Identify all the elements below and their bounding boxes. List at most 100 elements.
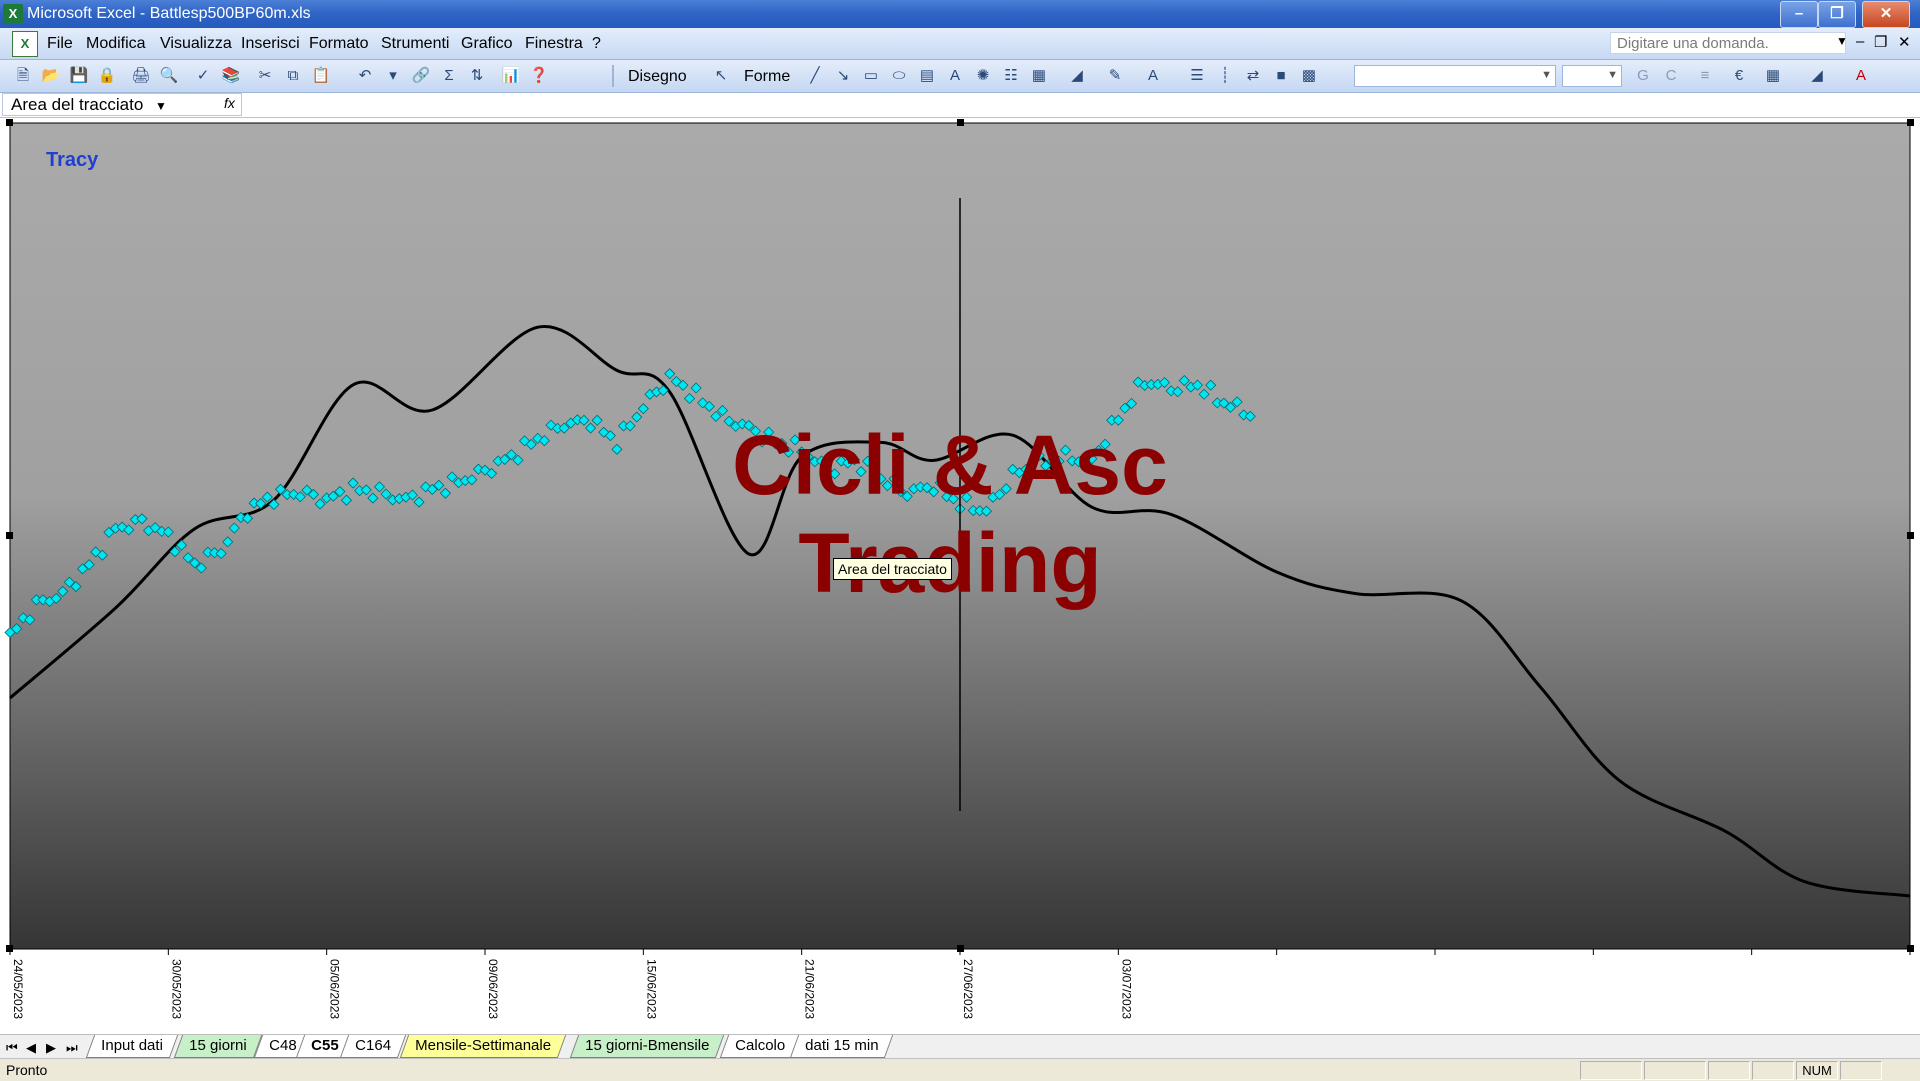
resize-handle[interactable]: [957, 945, 964, 952]
close-button[interactable]: ✕: [1862, 1, 1910, 28]
chevron-down-icon[interactable]: ▼: [1541, 69, 1552, 81]
menu-inserisci[interactable]: Inserisci: [241, 35, 300, 53]
resize-handle[interactable]: [1907, 945, 1914, 952]
print-preview-icon[interactable]: 🔍: [158, 65, 180, 87]
sheet-tab-c164[interactable]: C164: [339, 1035, 407, 1058]
chevron-down-icon[interactable]: ▼: [155, 96, 167, 117]
textbox-icon[interactable]: ▤: [916, 65, 938, 87]
redo-dropdown-icon[interactable]: ▾: [382, 65, 404, 87]
chevron-down-icon[interactable]: ▼: [1607, 69, 1618, 81]
resize-handle[interactable]: [6, 119, 13, 126]
undo-icon[interactable]: ↶: [354, 65, 376, 87]
excel-app-icon[interactable]: X: [3, 4, 23, 24]
chart-svg[interactable]: 24/05/2023 30/05/2023 05/06/2023 09/06/2023…: [0, 118, 1920, 1034]
workbook-icon[interactable]: X: [12, 31, 38, 57]
menu-finestra[interactable]: Finestra: [525, 35, 583, 53]
hyperlink-icon[interactable]: 🔗: [410, 65, 432, 87]
3d-style-icon[interactable]: ▩: [1298, 65, 1320, 87]
menu-strumenti[interactable]: Strumenti: [381, 35, 449, 53]
resize-handle[interactable]: [1907, 119, 1914, 126]
sheet-tab-mensile-settimanale[interactable]: Mensile-Settimanale: [399, 1035, 567, 1058]
arrow-icon[interactable]: ↘: [832, 65, 854, 87]
sheet-tab-label: C55: [311, 1037, 339, 1054]
spelling-icon[interactable]: ✓: [192, 65, 214, 87]
shapes-menu[interactable]: Forme: [744, 68, 790, 86]
align-icon[interactable]: ≡: [1694, 65, 1716, 87]
x-tick-label: 03/07/2023: [1119, 959, 1133, 1019]
chart-area[interactable]: 24/05/2023 30/05/2023 05/06/2023 09/06/2023…: [0, 118, 1920, 1038]
first-sheet-icon[interactable]: ⏮: [6, 1040, 18, 1056]
resize-handle[interactable]: [6, 532, 13, 539]
prev-sheet-icon[interactable]: ◀: [26, 1040, 36, 1056]
bold-button[interactable]: G: [1632, 65, 1654, 87]
save-icon[interactable]: 💾: [68, 65, 90, 87]
arrow-style-icon[interactable]: ⇄: [1242, 65, 1264, 87]
sheet-tab-15-giorni[interactable]: 15 giorni: [173, 1035, 262, 1058]
menu-file[interactable]: File: [47, 35, 73, 53]
ask-question-input[interactable]: Digitare una domanda.: [1610, 32, 1846, 54]
function-icon[interactable]: fx: [224, 95, 235, 111]
fill-color-icon[interactable]: ◢: [1066, 65, 1088, 87]
menu-formato[interactable]: Formato: [309, 35, 369, 53]
oval-icon[interactable]: ⬭: [888, 65, 910, 87]
clipart-icon[interactable]: ☷: [1000, 65, 1022, 87]
euro-icon[interactable]: €: [1728, 65, 1750, 87]
sheet-tab-dati-15-min[interactable]: dati 15 min: [789, 1035, 894, 1058]
resize-handle[interactable]: [6, 945, 13, 952]
shadow-icon[interactable]: ■: [1270, 65, 1292, 87]
x-tick-label: 30/05/2023: [169, 959, 183, 1019]
last-sheet-icon[interactable]: ⏭: [66, 1040, 78, 1056]
minimize-button[interactable]: –: [1780, 1, 1818, 28]
chart-wizard-icon[interactable]: 📊: [500, 65, 522, 87]
font-color-icon-2[interactable]: A: [1850, 65, 1872, 87]
picture-icon[interactable]: ▦: [1028, 65, 1050, 87]
select-pointer-icon[interactable]: ↖: [710, 65, 732, 87]
doc-close-button[interactable]: ✕: [1898, 33, 1911, 51]
research-icon[interactable]: 📚: [220, 65, 242, 87]
borders-icon[interactable]: ▦: [1762, 65, 1784, 87]
name-box-value: Area del tracciato: [11, 95, 144, 114]
line-style-icon[interactable]: ☰: [1186, 65, 1208, 87]
cut-icon[interactable]: ✂: [254, 65, 276, 87]
watermark-line-1: Cicli & Asc: [732, 418, 1168, 512]
x-tick-label: 15/06/2023: [644, 959, 658, 1019]
fill-color-icon-2[interactable]: ◢: [1806, 65, 1828, 87]
x-tick-label: 27/06/2023: [961, 959, 975, 1019]
menu-modifica[interactable]: Modifica: [86, 35, 146, 53]
autosum-icon[interactable]: Σ: [438, 65, 460, 87]
resize-handle[interactable]: [957, 119, 964, 126]
font-name-combo[interactable]: ▼: [1354, 65, 1556, 87]
italic-button[interactable]: C: [1660, 65, 1682, 87]
open-folder-icon[interactable]: 📂: [40, 65, 62, 87]
next-sheet-icon[interactable]: ▶: [46, 1040, 56, 1056]
maximize-button[interactable]: ❐: [1818, 1, 1856, 28]
font-color-icon[interactable]: A: [1142, 65, 1164, 87]
copy-icon[interactable]: ⧉: [282, 65, 304, 87]
name-box[interactable]: Area del tracciato ▼: [2, 93, 242, 116]
sheet-tab-input-dati[interactable]: Input dati: [85, 1035, 178, 1058]
new-file-icon[interactable]: 🗎: [12, 65, 34, 87]
print-icon[interactable]: 🖨: [130, 65, 152, 87]
wordart-icon[interactable]: A: [944, 65, 966, 87]
doc-minimize-button[interactable]: –: [1856, 33, 1864, 50]
sort-icon[interactable]: ⇅: [466, 65, 488, 87]
paste-icon[interactable]: 📋: [310, 65, 332, 87]
rectangle-icon[interactable]: ▭: [860, 65, 882, 87]
diagram-icon[interactable]: ✺: [972, 65, 994, 87]
sheet-tab-calcolo[interactable]: Calcolo: [719, 1035, 801, 1058]
sheet-tab-15-giorni-bmensile[interactable]: 15 giorni-Bmensile: [569, 1035, 725, 1058]
font-size-combo[interactable]: ▼: [1562, 65, 1622, 87]
doc-restore-button[interactable]: ❐: [1874, 33, 1887, 51]
dash-style-icon[interactable]: ┊: [1214, 65, 1236, 87]
line-color-icon[interactable]: ✎: [1104, 65, 1126, 87]
help-icon[interactable]: ❓: [528, 65, 550, 87]
permission-icon[interactable]: 🔒: [96, 65, 118, 87]
chevron-down-icon[interactable]: ▼: [1836, 34, 1848, 48]
menu-grafico[interactable]: Grafico: [461, 35, 513, 53]
menu-visualizza[interactable]: Visualizza: [160, 35, 232, 53]
status-bar: Pronto NUM: [0, 1058, 1920, 1081]
draw-menu[interactable]: Disegno: [628, 68, 687, 86]
menu-help[interactable]: ?: [592, 35, 601, 53]
line-icon[interactable]: ╱: [804, 65, 826, 87]
resize-handle[interactable]: [1907, 532, 1914, 539]
